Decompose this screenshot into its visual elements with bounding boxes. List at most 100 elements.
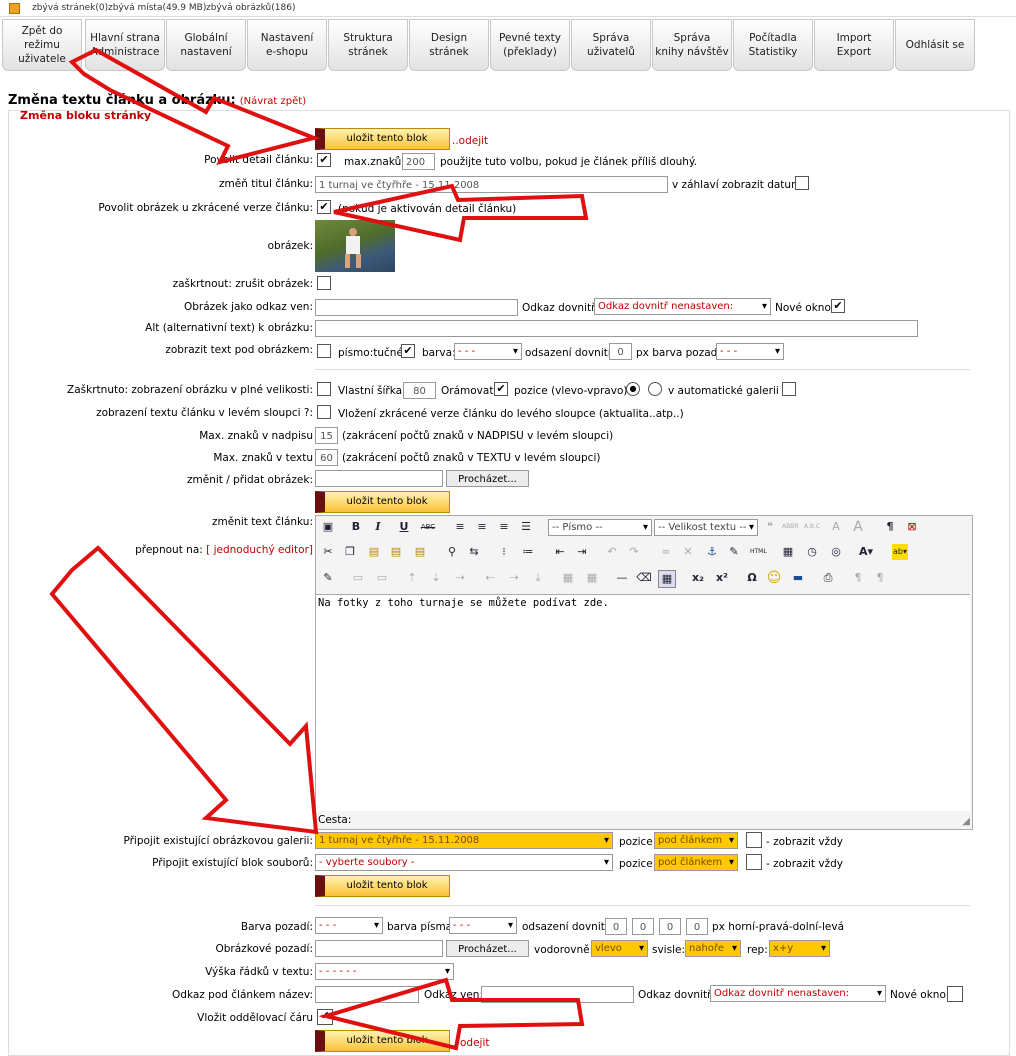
show-date-checkbox[interactable] <box>795 176 809 190</box>
bullet-list-icon[interactable]: ⁝ <box>496 544 512 560</box>
delete-col-icon[interactable]: ⤓ <box>530 570 546 586</box>
edit-css-icon[interactable]: ✎ <box>320 570 336 586</box>
undo-icon[interactable]: ↶ <box>604 544 620 560</box>
resize-handle-icon[interactable]: ◢ <box>962 816 970 827</box>
table-cell-props-icon[interactable]: ▭ <box>374 570 390 586</box>
gallery-always-checkbox[interactable] <box>746 832 762 848</box>
indent-input[interactable]: 0 <box>609 343 632 360</box>
bg-image-input[interactable] <box>315 940 443 957</box>
nav-page-design[interactable]: Design stránek <box>409 19 489 71</box>
max-title-input[interactable]: 15 <box>315 427 338 444</box>
link-icon[interactable]: ∞ <box>658 544 674 560</box>
left-column-checkbox[interactable] <box>317 405 331 419</box>
remove-image-checkbox[interactable] <box>317 276 331 290</box>
vert-select[interactable]: nahoře <box>685 940 741 957</box>
paste-text-icon[interactable]: ▤ <box>388 544 404 560</box>
font-color-select[interactable]: - - - <box>449 917 517 934</box>
nav-admin-home[interactable]: Hlavní strana Administrace <box>85 19 165 71</box>
rep-select[interactable]: x+y <box>769 940 830 957</box>
font-select[interactable]: -- Písmo -- <box>548 519 652 536</box>
files-select[interactable]: - vyberte soubory - <box>315 854 613 871</box>
table-row-props-icon[interactable]: ▭ <box>350 570 366 586</box>
position-left-radio[interactable]: ● <box>626 382 640 396</box>
cut-icon[interactable]: ✂ <box>320 544 336 560</box>
text-under-checkbox[interactable] <box>317 344 331 358</box>
auto-gallery-checkbox[interactable] <box>782 382 796 396</box>
font-size-select[interactable]: -- Velikost textu -- <box>654 519 758 536</box>
merge-cells-icon[interactable]: ▦ <box>584 570 600 586</box>
ltr-icon[interactable]: ¶ <box>850 570 866 586</box>
nav-import-export[interactable]: Import Export <box>814 19 894 71</box>
del-icon[interactable]: A <box>828 519 844 535</box>
editor-content[interactable]: Na fotky z toho turnaje se můžete podíva… <box>316 594 970 811</box>
color-select[interactable]: - - - <box>454 343 522 360</box>
simple-editor-link[interactable]: [ jednoduchý editor] <box>206 544 313 556</box>
browse-button[interactable]: Procházet... <box>446 470 529 487</box>
subscript-icon[interactable]: x₂ <box>690 570 706 586</box>
replace-icon[interactable]: ⇆ <box>466 544 482 560</box>
separator-checkbox[interactable]: ✔ <box>317 1009 333 1025</box>
italic-icon[interactable]: I <box>370 519 386 535</box>
save-block-button-2[interactable]: uložit tento blok <box>315 491 450 513</box>
files-always-checkbox[interactable] <box>746 854 762 870</box>
allow-image-checkbox[interactable]: ✔ <box>317 200 331 214</box>
nav-logout[interactable]: Odhlásit se <box>895 19 975 71</box>
save-block-button[interactable]: uložit tento blok <box>315 128 450 150</box>
pad-right-input[interactable]: 0 <box>632 918 654 935</box>
underline-icon[interactable]: U <box>396 519 412 535</box>
rtl-icon[interactable]: ¶ <box>872 570 888 586</box>
horiz-select[interactable]: vlevo <box>591 940 648 957</box>
save-block-button-3[interactable]: uložit tento blok <box>315 875 450 897</box>
media-icon[interactable]: ▬ <box>790 570 806 586</box>
special-char-icon[interactable]: Ω <box>744 570 760 586</box>
align-right-icon[interactable]: ≡ <box>496 519 512 535</box>
own-width-input[interactable]: 80 <box>403 382 436 399</box>
bg-browse-button[interactable]: Procházet... <box>446 940 529 957</box>
link-in2-select[interactable]: Odkaz dovnitř nenastaven: <box>710 985 886 1002</box>
position-right-radio[interactable] <box>648 382 662 396</box>
align-center-icon[interactable]: ≡ <box>474 519 490 535</box>
pad-bottom-input[interactable]: 0 <box>659 918 681 935</box>
allow-detail-checkbox[interactable]: ✔ <box>317 153 331 167</box>
save-block-button-4[interactable]: uložit tento blok <box>315 1030 450 1052</box>
gallery-pos-select[interactable]: pod článkem <box>654 832 738 849</box>
new-window-checkbox[interactable]: ✔ <box>831 299 845 313</box>
new-window2-checkbox[interactable] <box>947 986 963 1002</box>
nav-global-settings[interactable]: Globální nastavení <box>166 19 246 71</box>
ins-icon[interactable]: A <box>850 519 866 535</box>
paragraph-icon[interactable]: ¶ <box>882 519 898 535</box>
paste-word-icon[interactable]: ▤ <box>412 544 428 560</box>
title-input[interactable]: 1 turnaj ve čtyřhře - 15.11.2008 <box>315 176 668 193</box>
save-icon[interactable]: ▣ <box>320 519 336 535</box>
full-size-checkbox[interactable] <box>317 382 331 396</box>
files-pos-select[interactable]: pod článkem <box>654 854 738 871</box>
copy-icon[interactable]: ❐ <box>342 544 358 560</box>
max-text-input[interactable]: 60 <box>315 449 338 466</box>
leave-link[interactable]: ..odejit <box>452 135 488 147</box>
indent-icon[interactable]: ⇥ <box>574 544 590 560</box>
highlight-icon[interactable]: ab▾ <box>892 544 908 560</box>
nav-fixed-texts[interactable]: Pevné texty (překlady) <box>490 19 570 71</box>
delete-row-icon[interactable]: ⇢ <box>452 570 468 586</box>
remove-format-icon[interactable]: ⌫ <box>636 570 652 586</box>
cleanup-icon[interactable]: ✎ <box>726 544 742 560</box>
nav-page-structure[interactable]: Struktura stránek <box>328 19 408 71</box>
link-name-input[interactable] <box>315 986 419 1003</box>
bold-checkbox[interactable]: ✔ <box>401 344 415 358</box>
nav-eshop-settings[interactable]: Nastavení e-shopu <box>247 19 327 71</box>
nav-guestbook[interactable]: Správa knihy návštěv <box>652 19 732 71</box>
frame-checkbox[interactable]: ✔ <box>494 382 508 396</box>
max-chars-input[interactable]: 200 <box>402 153 435 170</box>
date-icon[interactable]: ▦ <box>780 544 796 560</box>
insert-col-before-icon[interactable]: ⇠ <box>482 570 498 586</box>
bold-icon[interactable]: B <box>348 519 364 535</box>
emoticon-icon[interactable]: ☺ <box>766 570 782 586</box>
align-left-icon[interactable]: ≡ <box>452 519 468 535</box>
nav-back-to-user[interactable]: Zpět do režimu uživatele <box>2 19 82 71</box>
line-height-select[interactable]: - - - - - - <box>315 963 454 980</box>
bg-select[interactable]: - - - <box>315 917 383 934</box>
insert-col-after-icon[interactable]: ⇢ <box>506 570 522 586</box>
anchor-icon[interactable]: ⚓ <box>704 544 720 560</box>
paste-icon[interactable]: ▤ <box>366 544 382 560</box>
link-out-input[interactable] <box>481 986 634 1003</box>
